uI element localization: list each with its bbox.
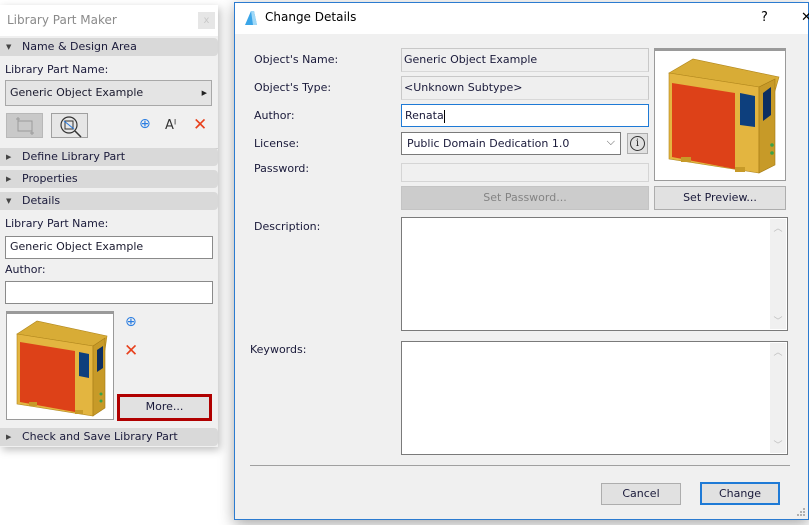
add-icon[interactable]: ⊕ [139, 116, 151, 132]
preview-image-frame [654, 48, 786, 181]
add-preview-icon[interactable]: ⊕ [125, 314, 137, 330]
section-label: Details [22, 194, 61, 207]
scroll-up-icon[interactable]: ︿ [770, 221, 786, 234]
text-cursor [443, 109, 445, 123]
author-value: Renata [405, 109, 444, 122]
details-name-value: Generic Object Example [10, 240, 144, 253]
details-author-input[interactable] [5, 281, 213, 304]
object-type-label: Object's Type: [254, 81, 332, 94]
scroll-down-icon[interactable]: ﹀ [770, 438, 786, 451]
keywords-label: Keywords: [250, 343, 307, 356]
crop-frame-icon [16, 117, 34, 135]
section-label: Check and Save Library Part [22, 430, 178, 443]
section-name-design-area[interactable]: ▼ Name & Design Area [0, 38, 218, 56]
details-author-label: Author: [5, 263, 46, 276]
password-label: Password: [254, 162, 310, 175]
marquee-tool-button[interactable] [6, 113, 43, 138]
panel-title: Library Part Maker [7, 13, 117, 27]
author-label: Author: [254, 109, 295, 122]
chevron-down-icon: ⌵ [606, 135, 615, 148]
dialog-close-button[interactable]: ✕ [801, 10, 809, 25]
info-icon: i [630, 136, 645, 151]
dialog-title-bar[interactable]: Change Details ? ✕ [235, 3, 809, 34]
section-label: Define Library Part [22, 150, 126, 163]
license-info-button[interactable]: i [627, 133, 648, 154]
details-name-input[interactable]: Generic Object Example [5, 236, 213, 259]
panel-close-button[interactable]: x [198, 12, 215, 29]
keywords-textarea[interactable]: ︿ ﹀ [401, 341, 788, 455]
cancel-button[interactable]: Cancel [601, 483, 681, 505]
license-dropdown[interactable]: Public Domain Dedication 1.0 ⌵ [401, 132, 621, 155]
description-textarea[interactable]: ︿ ﹀ [401, 217, 788, 331]
section-details[interactable]: ▼ Details [0, 192, 218, 210]
more-button[interactable]: More... [117, 394, 212, 421]
zoom-tool-button[interactable] [51, 113, 88, 138]
password-input [401, 163, 649, 182]
description-scrollbar[interactable]: ︿ ﹀ [770, 219, 786, 329]
delete-preview-icon[interactable]: ✕ [124, 341, 138, 361]
description-label: Description: [254, 220, 321, 233]
section-define-library-part[interactable]: ▶ Define Library Part [0, 148, 218, 166]
preview-thumbnail [6, 311, 114, 420]
scroll-up-icon[interactable]: ︿ [770, 345, 786, 358]
change-details-dialog: Change Details ? ✕ Object's Name: Object… [234, 2, 809, 520]
outdoor-unit-preview-image [668, 58, 780, 174]
collapsed-arrow-icon: ▶ [6, 175, 12, 183]
submenu-arrow-icon: ▶ [201, 89, 207, 97]
help-button[interactable]: ? [761, 10, 768, 25]
delete-icon[interactable]: ✕ [193, 115, 207, 135]
library-part-maker-panel: Library Part Maker x ▼ Name & Design Are… [0, 5, 218, 447]
set-password-button: Set Password... [401, 186, 649, 210]
object-type-field: <Unknown Subtype> [401, 76, 649, 100]
license-label: License: [254, 137, 300, 150]
footer-divider [250, 465, 790, 466]
object-name-label: Object's Name: [254, 53, 339, 66]
outdoor-unit-preview-image [16, 320, 108, 417]
resize-grip-icon[interactable] [796, 507, 806, 517]
section-check-and-save[interactable]: ▶ Check and Save Library Part [0, 428, 218, 446]
library-part-name-label: Library Part Name: [5, 63, 109, 76]
change-button[interactable]: Change [700, 482, 780, 505]
expanded-arrow-icon: ▼ [6, 197, 12, 205]
object-type-value: <Unknown Subtype> [404, 81, 523, 94]
collapsed-arrow-icon: ▶ [6, 153, 12, 161]
dialog-title: Change Details [265, 10, 357, 24]
expanded-arrow-icon: ▼ [6, 43, 12, 51]
object-name-value: Generic Object Example [404, 53, 538, 66]
author-input[interactable]: Renata [401, 104, 649, 127]
set-preview-button[interactable]: Set Preview... [654, 186, 786, 210]
section-label: Properties [22, 172, 78, 185]
library-part-name-selector[interactable]: Generic Object Example ▶ [5, 80, 212, 106]
collapsed-arrow-icon: ▶ [6, 433, 12, 441]
archicad-app-icon [243, 10, 259, 26]
object-name-field: Generic Object Example [401, 48, 649, 72]
text-style-icon[interactable]: Aᴵ [165, 118, 176, 133]
section-properties[interactable]: ▶ Properties [0, 170, 218, 188]
library-part-name-value: Generic Object Example [10, 86, 144, 99]
scroll-down-icon[interactable]: ﹀ [770, 314, 786, 327]
license-value: Public Domain Dedication 1.0 [407, 137, 570, 150]
details-name-label: Library Part Name: [5, 217, 109, 230]
keywords-scrollbar[interactable]: ︿ ﹀ [770, 343, 786, 453]
panel-title-bar[interactable]: Library Part Maker x [0, 5, 218, 36]
section-label: Name & Design Area [22, 40, 137, 53]
magnifier-icon [60, 116, 82, 138]
